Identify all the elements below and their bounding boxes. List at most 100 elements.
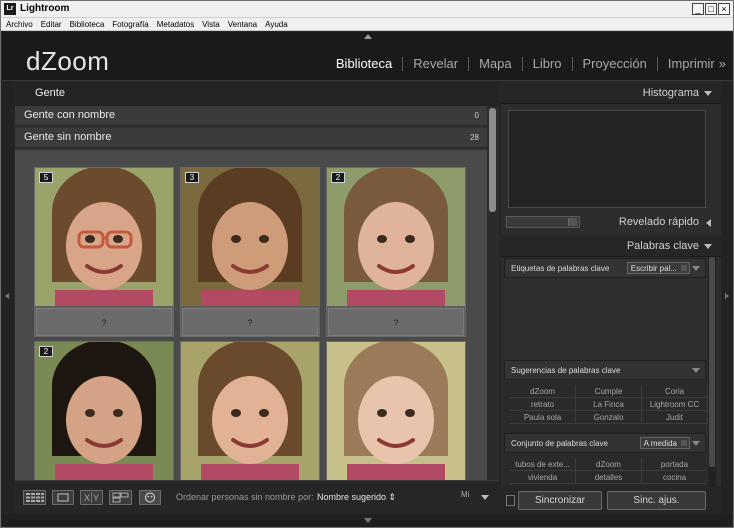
module-revelar[interactable]: Revelar xyxy=(403,56,468,71)
tab-gente[interactable]: Gente xyxy=(35,87,65,99)
face-stack-cell[interactable]: 5? xyxy=(34,167,174,337)
survey-view-button[interactable] xyxy=(109,490,132,505)
keyword-set-item[interactable]: cocina xyxy=(642,471,706,484)
panel-header-histograma[interactable]: Histograma xyxy=(501,82,721,104)
saved-preset-select[interactable] xyxy=(506,216,580,228)
menu-metadatos[interactable]: Metadatos xyxy=(152,18,197,30)
face-stack-cell[interactable]: 2? xyxy=(326,167,466,337)
group-named-people[interactable]: Gente con nombre 0 xyxy=(15,106,487,126)
menu-ayuda[interactable]: Ayuda xyxy=(260,18,291,30)
face-thumbnail[interactable] xyxy=(181,168,319,306)
keyword-suggestion[interactable]: retrato xyxy=(510,398,576,411)
keyword-suggestion[interactable]: Gonzalo xyxy=(576,411,642,424)
close-button[interactable]: × xyxy=(718,3,730,15)
keyword-tags-textarea[interactable] xyxy=(504,279,706,359)
face-thumbnail[interactable] xyxy=(327,168,465,306)
keyword-suggestions-label: Sugerencias de palabras clave xyxy=(511,366,621,375)
face-stack-cell[interactable]: 3? xyxy=(180,167,320,337)
keyword-suggestion[interactable]: Paula sola xyxy=(510,411,576,424)
keyword-set-header[interactable]: Conjunto de palabras clave A medida xyxy=(504,433,706,453)
sort-select[interactable]: Nombre sugerido ⇕ xyxy=(317,492,396,503)
keyword-suggestion[interactable]: La Finca xyxy=(576,398,642,411)
collapse-triangle-icon[interactable] xyxy=(692,441,700,446)
collapse-triangle-icon[interactable] xyxy=(692,266,700,271)
grid-view-button[interactable] xyxy=(23,490,46,505)
module-proyeccion[interactable]: Proyección xyxy=(573,56,657,71)
face-stack-cell[interactable]: 2 xyxy=(34,341,174,480)
title-bar: Lr Lightroom _ □ × xyxy=(1,1,733,18)
loupe-view-icon xyxy=(57,493,69,502)
more-modules-icon[interactable]: » xyxy=(717,56,726,71)
person-name-field[interactable]: ? xyxy=(36,308,172,336)
keyword-suggestions-header[interactable]: Sugerencias de palabras clave xyxy=(504,360,706,380)
toolbar-options-icon[interactable] xyxy=(481,495,489,500)
person-name-field[interactable]: ? xyxy=(328,308,464,336)
people-grid: 5? 3? 2? 2 xyxy=(15,150,487,480)
keyword-suggestion[interactable]: Coria xyxy=(642,385,708,398)
face-thumbnail[interactable] xyxy=(35,168,173,306)
app-window: Lr Lightroom _ □ × Archivo Editar Biblio… xyxy=(0,0,734,528)
scrollbar-thumb[interactable] xyxy=(489,108,496,212)
keyword-set-item[interactable]: vivienda xyxy=(510,471,576,484)
expand-triangle-icon[interactable] xyxy=(706,219,711,227)
module-libro[interactable]: Libro xyxy=(523,56,572,71)
collapse-triangle-icon[interactable] xyxy=(692,368,700,373)
minimize-button[interactable]: _ xyxy=(692,3,704,15)
right-panel: Histograma Revelado rápido Palabras clav… xyxy=(501,82,721,514)
keyword-suggestion[interactable]: Lightroom CC xyxy=(642,398,708,411)
face-thumbnail[interactable] xyxy=(35,342,173,480)
face-thumbnail[interactable] xyxy=(327,342,465,480)
people-view-button[interactable] xyxy=(139,490,161,505)
keyword-tags-select[interactable]: Escribir pal... xyxy=(626,262,690,274)
scrollbar-thumb[interactable] xyxy=(709,257,715,467)
keyword-set-item[interactable]: dZoom xyxy=(576,458,642,471)
collapse-triangle-icon[interactable] xyxy=(704,244,712,249)
keyword-set-item[interactable]: tubos de exte... xyxy=(510,458,576,471)
face-stack-cell[interactable] xyxy=(326,341,466,480)
grid-scrollbar[interactable] xyxy=(487,106,499,480)
sync-settings-button[interactable]: Sinc. ajus. xyxy=(607,491,706,510)
keyword-suggestion[interactable]: Judit xyxy=(642,411,708,424)
collapse-top-panel-icon[interactable] xyxy=(364,34,372,39)
expand-filmstrip-icon[interactable] xyxy=(364,518,372,523)
module-imprimir[interactable]: Imprimir xyxy=(658,56,717,71)
name-placeholder: ? xyxy=(247,318,253,328)
right-panel-scrollbar[interactable] xyxy=(708,257,716,487)
auto-sync-switch-icon[interactable] xyxy=(506,495,515,506)
keyword-set-item[interactable]: portada xyxy=(642,458,706,471)
keyword-set-item[interactable]: detalles xyxy=(576,471,642,484)
toolbar-extra-label[interactable]: Mi xyxy=(461,490,469,499)
group-label: Gente sin nombre xyxy=(24,131,112,143)
keyword-suggestion[interactable]: dZoom xyxy=(510,385,576,398)
group-unnamed-people[interactable]: Gente sin nombre 28 xyxy=(15,128,487,148)
keyword-tags-header[interactable]: Etiquetas de palabras clave Escribir pal… xyxy=(504,258,706,278)
keyword-suggestions-grid: dZoom Cumple Coria retrato La Finca Ligh… xyxy=(510,385,708,424)
lightroom-logo-icon: Lr xyxy=(4,3,16,15)
keyword-set-select[interactable]: A medida xyxy=(639,437,690,449)
menu-archivo[interactable]: Archivo xyxy=(1,18,36,30)
svg-text:X: X xyxy=(84,493,90,503)
face-count-badge: 2 xyxy=(331,172,345,183)
panel-title: Histograma xyxy=(642,87,699,99)
loupe-view-button[interactable] xyxy=(52,490,74,505)
sync-button[interactable]: Sincronizar xyxy=(518,491,602,510)
filmstrip-collapsed-bar[interactable] xyxy=(2,514,732,527)
keyword-suggestion[interactable]: Cumple xyxy=(576,385,642,398)
compare-view-button[interactable]: XY xyxy=(80,490,103,505)
menu-fotografia[interactable]: Fotografía xyxy=(107,18,151,30)
collapse-triangle-icon[interactable] xyxy=(704,91,712,96)
module-mapa[interactable]: Mapa xyxy=(469,56,522,71)
menu-editar[interactable]: Editar xyxy=(36,18,65,30)
expand-left-panel-icon[interactable] xyxy=(5,293,9,299)
keyword-suggestions-area: dZoom Cumple Coria retrato La Finca Ligh… xyxy=(504,381,708,433)
menu-biblioteca[interactable]: Biblioteca xyxy=(65,18,108,30)
face-thumbnail[interactable] xyxy=(181,342,319,480)
menu-vista[interactable]: Vista xyxy=(197,18,223,30)
menu-ventana[interactable]: Ventana xyxy=(223,18,260,30)
face-stack-cell[interactable] xyxy=(180,341,320,480)
module-biblioteca[interactable]: Biblioteca xyxy=(326,56,402,71)
person-name-field[interactable]: ? xyxy=(182,308,318,336)
panel-header-palabras-clave[interactable]: Palabras clave xyxy=(501,235,721,257)
collapse-right-panel-icon[interactable] xyxy=(725,293,729,299)
maximize-button[interactable]: □ xyxy=(705,3,717,15)
